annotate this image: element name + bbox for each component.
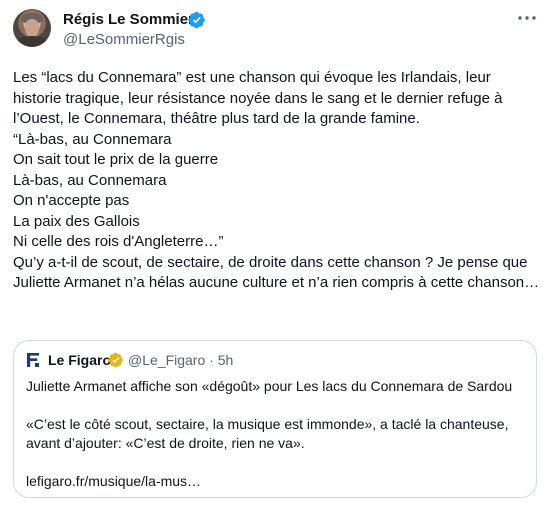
more-options-icon[interactable] (515, 6, 539, 30)
quoted-author-name[interactable]: Le Figaro (48, 352, 111, 368)
tweet: Régis Le Sommier @LeSommierRgis Les “lac… (0, 0, 550, 505)
verified-badge-icon (188, 11, 205, 29)
author-handle[interactable]: @LeSommierRgis (63, 31, 185, 48)
author-name[interactable]: Régis Le Sommier (63, 11, 194, 28)
le-figaro-logo-icon (27, 353, 39, 367)
quoted-handle-time[interactable]: @Le_Figaro · 5h (128, 352, 233, 368)
gold-verified-badge-icon (108, 352, 123, 368)
author-avatar[interactable] (13, 9, 51, 47)
quoted-tweet[interactable]: Le Figaro @Le_Figaro · 5h Juliette Arman… (13, 340, 537, 498)
quoted-tweet-text: Juliette Armanet affiche son «dégoût» po… (26, 378, 513, 489)
tweet-text: Les “lacs du Connemara” est une chanson … (13, 69, 540, 291)
